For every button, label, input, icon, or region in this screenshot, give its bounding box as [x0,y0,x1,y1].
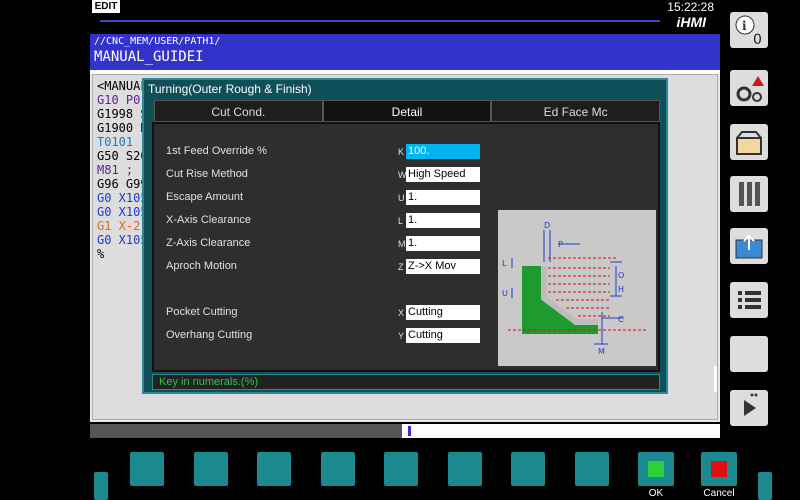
program-line: G1998 S [97,107,148,121]
diagram-label-d: D [544,221,550,230]
field-label: Z-Axis Clearance [166,237,251,249]
softkey-8[interactable] [575,452,609,486]
diagram-label-h: H [618,285,624,294]
program-line: G0 X105 [97,205,148,219]
top-divider [100,20,660,22]
field-value-input[interactable]: 1. [406,213,480,228]
field-value-input[interactable]: 1. [406,190,480,205]
cancel-indicator [711,461,727,477]
field-address-key: X [398,308,405,318]
cutting-diagram: D P L O H U C M [498,210,656,366]
field-label: Pocket Cutting [166,306,238,318]
program-line: G0 X105 [97,233,148,247]
field-label: 1st Feed Override % [166,145,267,157]
program-line: G1900 D [97,121,148,135]
diagram-label-c: C [618,315,624,324]
softkey-7[interactable] [511,452,545,486]
cancel-button[interactable] [701,452,737,486]
tab-detail[interactable]: Detail [322,100,492,122]
program-line: G96 G99 [97,177,148,191]
ok-label: OK [648,488,664,499]
alarm-settings-button[interactable] [730,70,768,106]
scroll-thumb[interactable] [408,426,411,436]
diagram-label-p: P [558,240,563,249]
field-address-key: Y [398,331,405,341]
folder-button[interactable] [730,228,768,264]
folder-upload-icon [735,234,763,259]
clock: 15:22:28 [667,0,714,14]
softkey-2[interactable] [194,452,228,486]
program-line: T0101 ( [97,135,148,149]
next-step-button[interactable] [730,390,768,426]
program-line: G10 P0 [97,93,141,107]
tools-icon [739,182,760,206]
field-label: Cut Rise Method [166,168,248,180]
brand-logo: iHMI [676,14,706,30]
program-line: % [97,247,105,261]
field-value-input[interactable]: Z->X Mov [406,259,480,274]
turning-dialog: Turning(Outer Rough & Finish) Cut Cond. … [142,78,668,394]
softkey-5[interactable] [384,452,418,486]
program-line: G1 X-2 [97,219,141,233]
horizontal-scrollbar[interactable] [90,424,720,438]
field-address-key: Z [398,262,404,272]
softkey-6[interactable] [448,452,482,486]
field-value-input[interactable]: 1. [406,236,480,251]
field-value-input[interactable]: Cutting [406,328,480,343]
path-header: //CNC_MEM/USER/PATH1/ MANUAL_GUIDEI [90,34,720,70]
dialog-status-message: Key in numerals.(%) [152,374,660,390]
dialog-tabs: Cut Cond. Detail Ed Face Mc [154,100,661,122]
cutting-diagram-svg: D P L O H U C M [502,221,646,356]
list-icon [738,291,761,309]
top-status-bar: EDIT 15:22:28 iHMI [90,0,720,30]
program-line: G0 X105 [97,191,148,205]
field-address-key: K [398,147,405,157]
scroll-track-fill [90,424,402,438]
field-address-key: U [398,193,405,203]
field-value-input[interactable]: Cutting [406,305,480,320]
program-line: G50 S20 [97,149,148,163]
diagram-label-l: L [502,259,507,268]
tab-cut-cond[interactable]: Cut Cond. [154,100,323,122]
softkey-1[interactable] [130,452,164,486]
path-text: //CNC_MEM/USER/PATH1/ [94,36,221,47]
field-label: X-Axis Clearance [166,214,251,226]
play-step-icon [744,393,758,416]
field-label: Escape Amount [166,191,244,203]
program-name: MANUAL_GUIDEI [94,49,204,65]
dialog-title: Turning(Outer Rough & Finish) [148,82,312,96]
info-zero-icon: i 0 [735,15,762,48]
vertical-scrollbar[interactable] [714,366,717,392]
svg-text:0: 0 [753,32,762,48]
ok-button[interactable] [638,452,674,486]
svg-text:i: i [742,19,747,33]
tab-ed-face-mc[interactable]: Ed Face Mc [491,100,661,122]
diagram-label-u: U [502,289,508,298]
toolbox-icon [736,131,762,155]
field-value-input[interactable]: High Speed [406,167,480,182]
field-label: Aproch Motion [166,260,237,272]
softkey-left-edge[interactable] [94,472,108,500]
gear-alarm-icon [736,76,764,102]
field-address-key: M [398,239,406,249]
softkey-4[interactable] [321,452,355,486]
softkey-right-edge[interactable] [758,472,772,500]
field-value-input[interactable]: 100. [406,144,480,159]
mode-badge: EDIT [92,0,120,13]
detail-panel: D P L O H U C M 1st Feed Override % K 100.… [152,122,660,372]
program-line: <MANUAL [97,79,148,93]
field-address-key: L [398,216,404,226]
info-button[interactable]: i 0 [730,12,768,48]
toolbox-button[interactable] [730,124,768,160]
diagram-label-o: O [618,271,624,280]
list-button[interactable] [730,282,768,318]
program-line: M81 ; [97,163,134,177]
ok-indicator [648,461,664,477]
field-label: Overhang Cutting [166,329,253,341]
tools-button[interactable] [730,176,768,212]
cancel-label: Cancel [703,488,735,499]
softkey-3[interactable] [257,452,291,486]
diagram-label-m: M [598,347,605,356]
blank-button[interactable] [730,336,768,372]
